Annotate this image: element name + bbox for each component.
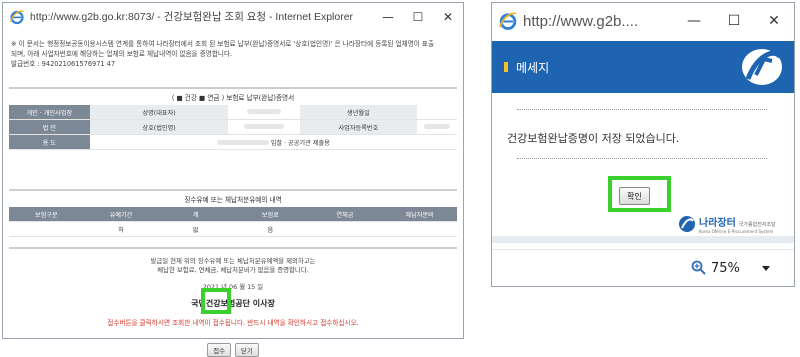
col-header: 보험구분 [9,207,84,222]
internet-explorer-icon [499,12,517,30]
certificate-title: ( ■ 건강 ■ 연금 ) 보험료 납부(완납)증명서 [171,94,295,102]
divider [517,158,767,159]
table-cell: 허 [83,221,159,237]
arrears-title: 징수유예 또는 체납처분유예의 내역 [184,196,282,204]
statement-line: 체납한 보험료, 연체금, 체납처분비가 없음을 증명합니다. [157,266,309,274]
save-message: 건강보험완납증명이 저장 되었습니다. [507,132,680,145]
window-certificate: http://www.g2b.go.kr:8073/ - 건강보험완납 조회 요… [2,2,464,357]
notice-line: ※ 이 문서는 행정정보공동이용시스템 연계를 통하여 나라장터에서 조회 된 … [11,40,435,48]
brand-subtitle: 국가종합전자조달 [738,222,776,228]
window-title: http://www.g2b.... [523,12,639,30]
table-cell [382,221,457,237]
maximize-button[interactable]: ☐ [714,3,754,39]
table-cell [9,221,84,237]
purpose-text: 입찰 · 공공기관 제출용 [270,139,330,147]
nara-logo-icon [742,49,783,85]
col-header: 체납처분비 [382,207,457,222]
table-row: 허 없 음 [9,221,457,237]
maximize-button[interactable]: ☐ [403,3,433,30]
statement-text: 발급일 현재 위의 징수유예 또는 체납처분유예액을 제외하고는 체납한 보험료… [9,257,457,275]
divider [9,247,457,249]
header-marker [504,62,508,72]
redacted-value [228,119,301,135]
row-label: 개인 · 개인사업장 [9,105,90,120]
nara-brand: 나라장터 국가종합전자조달 Korea ON-line E-Procuremen… [678,214,776,234]
table-row: 개인 · 개인사업장 성명(대표자) 생년월일 [9,105,457,120]
table-row: 법 인 상호(법인명) 사업자등록번호 [9,119,457,135]
table-header-row: 보험구분 유예기간 계 보험료 연체금 체납처분비 [9,207,457,222]
arrears-section: 징수유예 또는 체납처분유예의 내역 보험구분 유예기간 계 보험료 연체금 체… [9,189,457,357]
redacted-value [228,105,301,120]
header-label: 메세지 [516,61,550,75]
col-header: 유예기간 [83,207,159,222]
message-header: 메세지 [492,41,794,93]
field-label: 성명(대표자) [89,105,229,120]
field-label: 상호(법인명) [89,119,229,135]
redacted-value [416,105,457,120]
certificate-body: ※ 이 문서는 행정정보공동이용시스템 연계를 통하여 나라장터에서 조회 된 … [7,31,459,357]
button-row: 접수 닫기 [9,343,457,357]
window-title: http://www.g2b.go.kr:8073/ - 건강보험완납 조회 요… [30,11,354,23]
window-message: http://www.g2b.... — ☐ ✕ 메세지 건강보험완납증명이 저… [491,2,795,287]
issue-date: 2021 년 06 월 15 일 [202,283,264,291]
nara-brand-icon [679,216,695,232]
brand-name: 나라장터 [699,218,736,229]
table-cell: 음 [232,221,308,237]
row-label: 용 도 [9,134,90,150]
close-button[interactable]: ✕ [754,3,794,39]
col-header: 보험료 [232,207,308,222]
title-bar[interactable]: http://www.g2b.... — ☐ ✕ [492,3,794,39]
field-label: 생년월일 [300,105,417,120]
minimize-button[interactable]: — [674,3,714,39]
statement-line: 발급일 현재 위의 징수유예 또는 체납처분유예액을 제외하고는 [150,257,316,265]
issue-number: 발급번호 : 942021061576971 47 [11,60,116,68]
internet-explorer-icon [9,9,24,24]
certificate-table: 개인 · 개인사업장 성명(대표자) 생년월일 법 인 상호(법인명) 사업자등… [9,105,457,150]
row-label: 법 인 [9,119,90,135]
zoom-dropdown-icon[interactable] [762,266,770,271]
notice-text: ※ 이 문서는 행정정보공동이용시스템 연계를 통하여 나라장터에서 조회 된 … [7,31,459,69]
field-label: 사업자등록번호 [300,119,417,135]
highlight-box [608,176,671,212]
brand-english: Korea ON-line E-Procurement System [699,229,774,234]
close-button[interactable]: ✕ [433,3,463,30]
notice-line: 되며, 아래 사업자번호에 해당하는 업체의 보험료 체납내역이 없음을 증명합… [11,50,233,58]
arrears-table: 보험구분 유예기간 계 보험료 연체금 체납처분비 허 없 음 [9,207,457,237]
certificate-section: ( ■ 건강 ■ 연금 ) 보험료 납부(완납)증명서 개인 · 개인사업장 성… [9,87,457,176]
zoom-level: 75% [711,260,740,276]
divider [517,109,767,110]
table-row: 용 도 입찰 · 공공기관 제출용 [9,134,457,150]
status-bar: 75% [492,249,794,286]
table-cell [307,221,383,237]
issuer-name: 국민건강보험공단 이사장 [191,299,275,308]
col-header: 계 [158,207,233,222]
zoom-magnifier-icon [691,260,706,275]
title-bar[interactable]: http://www.g2b.go.kr:8073/ - 건강보험완납 조회 요… [3,3,463,30]
footer-strip [492,236,794,243]
close-dialog-button[interactable]: 닫기 [235,343,259,357]
purpose-value: 입찰 · 공공기관 제출용 [89,134,457,150]
warning-notice: 접수버튼을 클릭하시면 조회한 내역이 접수됩니다. 반드시 내역을 확인하시고… [107,319,359,327]
col-header: 연체금 [307,207,383,222]
minimize-button[interactable]: — [373,3,403,30]
table-cell: 없 [158,221,233,237]
receive-button[interactable]: 접수 [207,343,231,357]
highlight-box [201,288,231,314]
redacted-value [416,119,457,135]
zoom-control[interactable]: 75% [691,260,740,276]
